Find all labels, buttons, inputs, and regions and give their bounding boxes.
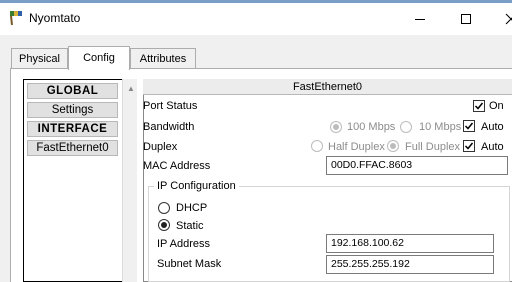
checkmark-icon xyxy=(474,102,484,110)
bandwidth-100mbps-radio[interactable] xyxy=(330,121,342,133)
duplex-half-radio[interactable] xyxy=(311,140,323,152)
duplex-auto-checkbox[interactable] xyxy=(463,140,475,152)
duplex-label: Duplex xyxy=(143,141,178,153)
bandwidth-auto-label: Auto xyxy=(481,121,504,133)
dhcp-label: DHCP xyxy=(176,202,208,214)
subnet-mask-field[interactable]: 255.255.255.192 xyxy=(326,255,494,274)
tab-config[interactable]: Config xyxy=(68,46,130,70)
nav-scrollbar[interactable]: ▲ xyxy=(122,79,137,282)
port-status-on-label: On xyxy=(489,100,504,112)
bandwidth-100mbps-label: 100 Mbps xyxy=(347,121,396,133)
bandwidth-auto-checkbox[interactable] xyxy=(463,120,475,132)
bandwidth-10mbps-radio[interactable] xyxy=(400,121,412,133)
static-label: Static xyxy=(176,220,204,232)
nav-settings-button[interactable]: Settings xyxy=(27,102,118,118)
ip-address-field[interactable]: 192.168.100.62 xyxy=(326,234,494,253)
maximize-button[interactable] xyxy=(443,3,489,35)
nav-global-header[interactable]: GLOBAL xyxy=(27,83,118,99)
static-radio[interactable] xyxy=(158,219,170,231)
duplex-full-label: Full Duplex xyxy=(405,141,461,153)
port-status-on-checkbox[interactable] xyxy=(473,100,485,112)
dhcp-radio[interactable] xyxy=(158,202,170,214)
close-button[interactable] xyxy=(489,3,512,35)
minimize-button[interactable] xyxy=(397,3,443,35)
duplex-half-label: Half Duplex xyxy=(328,141,385,153)
interface-title: FastEthernet0 xyxy=(143,79,512,95)
duplex-full-radio[interactable] xyxy=(387,140,399,152)
mac-address-label: MAC Address xyxy=(143,160,211,172)
checkmark-icon xyxy=(464,122,474,130)
tab-attributes[interactable]: Attributes xyxy=(130,48,196,68)
bandwidth-label: Bandwidth xyxy=(143,121,195,133)
mac-address-field[interactable]: 00D0.FFAC.8603 xyxy=(326,156,508,175)
ip-address-label: IP Address xyxy=(157,238,210,250)
duplex-auto-label: Auto xyxy=(481,141,504,153)
window-title: Nyomtato xyxy=(29,11,81,25)
port-status-label: Port Status xyxy=(143,100,198,112)
checkmark-icon xyxy=(464,142,474,150)
close-icon xyxy=(505,13,512,25)
tab-strip: Physical Config Attributes xyxy=(0,35,512,70)
bandwidth-10mbps-label: 10 Mbps xyxy=(419,121,462,133)
ip-configuration-legend: IP Configuration xyxy=(154,180,239,192)
scroll-up-icon[interactable]: ▲ xyxy=(127,84,135,93)
maximize-icon xyxy=(461,14,471,24)
nav-interface-header[interactable]: INTERFACE xyxy=(27,121,118,137)
app-icon xyxy=(10,11,22,26)
subnet-mask-label: Subnet Mask xyxy=(157,258,222,270)
nav-fastethernet0-button[interactable]: FastEthernet0 xyxy=(27,140,118,156)
tab-physical[interactable]: Physical xyxy=(11,48,68,68)
minimize-icon xyxy=(415,19,425,20)
